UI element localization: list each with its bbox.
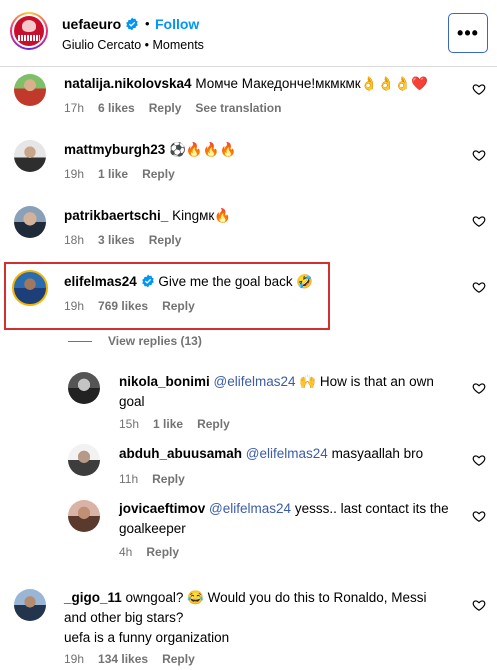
comment-meta: 17h 6 likes Reply See translation [64, 101, 281, 115]
comment-time: 19h [64, 299, 85, 313]
comment-username[interactable]: mattmyburgh23 [64, 142, 165, 157]
comment-body: Момче Македонче!мкмкмк👌👌👌❤️ [195, 76, 428, 91]
heart-outline-icon[interactable] [472, 598, 486, 612]
reply-username[interactable]: jovicaeftimov [119, 501, 205, 516]
reply-button[interactable]: Reply [162, 652, 195, 666]
comment-username[interactable]: patrikbaertschi_ [64, 208, 168, 223]
comment-likes[interactable]: 6 likes [98, 101, 135, 115]
more-options-button[interactable]: ••• [448, 13, 488, 53]
heart-outline-icon[interactable] [472, 214, 486, 228]
comment-text: elifelmas24 Give me the goal back 🤣 [64, 272, 313, 292]
heart-outline-icon[interactable] [472, 148, 486, 162]
reply-mention[interactable]: @elifelmas24 [214, 374, 296, 389]
reply-button[interactable]: Reply [197, 417, 230, 431]
comment-body: owngoal? 😂 Would you do this to Ronaldo,… [125, 590, 427, 605]
reply-button[interactable]: Reply [152, 472, 185, 486]
comment-time: 19h [64, 167, 85, 181]
avatar[interactable] [14, 74, 46, 106]
reply-meta: 11h Reply [119, 472, 185, 486]
verified-badge-icon [126, 17, 138, 31]
comment-time: 17h [64, 101, 85, 115]
post-header: uefaeuro • Follow Giulio Cercato • Momen… [0, 0, 497, 66]
reply-username[interactable]: abduh_abuusamah [119, 446, 242, 461]
header-subtitle: Giulio Cercato • Moments [62, 38, 204, 52]
see-translation-button[interactable]: See translation [195, 101, 281, 115]
comment-text: natalija.nikolovska4 Момче Македонче!мкм… [64, 74, 428, 94]
reply-meta: 15h 1 like Reply [119, 417, 230, 431]
comment-text: patrikbaertschi_ Kingмк🔥 [64, 206, 231, 226]
verified-badge-icon [141, 274, 154, 288]
avatar[interactable] [68, 372, 100, 404]
reply-meta: 4h Reply [119, 545, 179, 559]
replies-line [68, 340, 92, 342]
comment-time: 18h [64, 233, 85, 247]
comment-text: mattmyburgh23 ⚽🔥🔥🔥 [64, 140, 236, 160]
reply-button[interactable]: Reply [162, 299, 195, 313]
reply-body: 🙌 How is that an own [299, 374, 434, 389]
avatar[interactable] [12, 270, 48, 306]
comment-body-line3: uefa is a funny organization [64, 630, 230, 645]
comment-meta: 19h 1 like Reply [64, 167, 175, 181]
reply-likes[interactable]: 1 like [153, 417, 183, 431]
reply-mention[interactable]: @elifelmas24 [246, 446, 328, 461]
uefaeuro-avatar[interactable] [10, 12, 48, 50]
reply-body: yesss.. last contact its the [294, 501, 449, 516]
reply-text: abduh_abuusamah @elifelmas24 masyaallah … [119, 444, 423, 464]
reply-body-line2: goal [119, 394, 145, 409]
comment-likes[interactable]: 3 likes [98, 233, 135, 247]
comment-body: Kingмк🔥 [172, 208, 232, 223]
avatar[interactable] [68, 444, 100, 476]
reply-button[interactable]: Reply [142, 167, 175, 181]
avatar[interactable] [14, 589, 46, 621]
comment-body: Give me the goal back 🤣 [158, 274, 314, 289]
comment-likes[interactable]: 769 likes [98, 299, 148, 313]
comment-likes[interactable]: 134 likes [98, 652, 148, 666]
comment-username[interactable]: natalija.nikolovska4 [64, 76, 192, 91]
reply-text: nikola_bonimi @elifelmas24 🙌 How is that… [119, 372, 449, 412]
reply-mention[interactable]: @elifelmas24 [209, 501, 291, 516]
reply-time: 15h [119, 417, 140, 431]
comment-meta: 19h 134 likes Reply [64, 652, 195, 666]
header-divider [0, 66, 497, 67]
reply-time: 11h [119, 472, 139, 486]
reply-text: jovicaeftimov @elifelmas24 yesss.. last … [119, 499, 449, 539]
heart-outline-icon[interactable] [472, 381, 486, 395]
view-replies-label: View replies (13) [108, 334, 202, 348]
reply-button[interactable]: Reply [149, 101, 182, 115]
avatar[interactable] [68, 500, 100, 532]
header-username[interactable]: uefaeuro [62, 16, 121, 32]
view-replies-button[interactable]: View replies (13) [68, 334, 202, 348]
comment-time: 19h [64, 652, 85, 666]
comment-body-line2: and other big stars? [64, 610, 184, 625]
comment-username[interactable]: _gigo_11 [64, 590, 122, 605]
avatar[interactable] [14, 140, 46, 172]
comment-body: ⚽🔥🔥🔥 [169, 142, 237, 157]
comment-text: _gigo_11 owngoal? 😂 Would you do this to… [64, 588, 464, 648]
comment-likes[interactable]: 1 like [98, 167, 128, 181]
heart-outline-icon[interactable] [472, 82, 486, 96]
reply-body: masyaallah bro [331, 446, 424, 461]
heart-outline-icon[interactable] [472, 509, 486, 523]
avatar[interactable] [14, 206, 46, 238]
comment-meta: 19h 769 likes Reply [64, 299, 195, 313]
reply-button[interactable]: Reply [146, 545, 179, 559]
reply-button[interactable]: Reply [149, 233, 182, 247]
reply-body-line2: goalkeeper [119, 521, 186, 536]
heart-outline-icon[interactable] [472, 280, 486, 294]
follow-button[interactable]: Follow [155, 16, 199, 32]
comment-username[interactable]: elifelmas24 [64, 274, 137, 289]
comment-meta: 18h 3 likes Reply [64, 233, 181, 247]
more-options-icon: ••• [457, 22, 479, 43]
reply-username[interactable]: nikola_bonimi [119, 374, 210, 389]
header-separator: • [145, 16, 150, 31]
reply-time: 4h [119, 545, 133, 559]
heart-outline-icon[interactable] [472, 453, 486, 467]
